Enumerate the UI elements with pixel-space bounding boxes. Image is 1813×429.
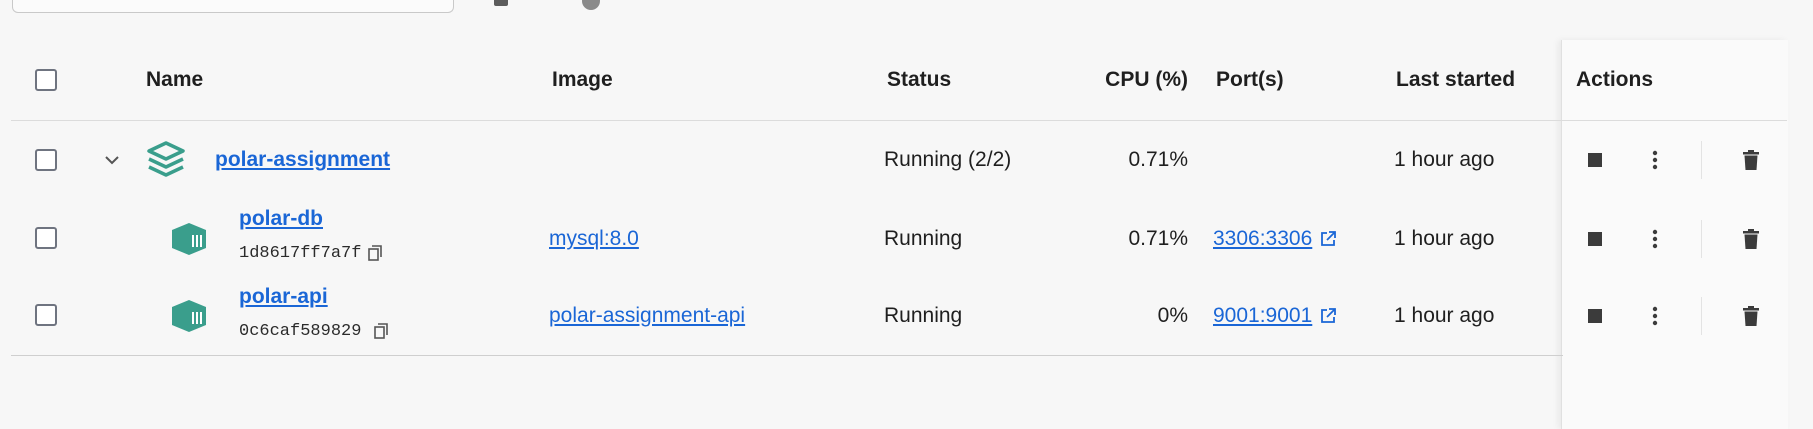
- container-id: 1d8617ff7a7f: [239, 243, 362, 263]
- divider: [1701, 297, 1702, 335]
- column-header-actions: Actions: [1576, 68, 1654, 91]
- search-input[interactable]: [12, 0, 454, 13]
- container-last-started: 1 hour ago: [1394, 227, 1495, 250]
- trash-icon[interactable]: [1738, 146, 1764, 174]
- divider: [1701, 220, 1702, 258]
- container-cpu: 0%: [1157, 304, 1188, 327]
- filter-toggle-icon[interactable]: [582, 0, 600, 10]
- column-header-name[interactable]: Name: [146, 40, 203, 120]
- port-link[interactable]: 3306:3306: [1213, 227, 1312, 251]
- row-checkbox[interactable]: [35, 304, 57, 326]
- image-link[interactable]: polar-assignment-api: [549, 304, 745, 328]
- column-header-last-started[interactable]: Last started: [1396, 40, 1515, 120]
- stop-icon[interactable]: [1583, 148, 1607, 172]
- divider: [1701, 141, 1702, 179]
- group-cpu: 0.71%: [1128, 148, 1188, 171]
- more-vert-icon[interactable]: [1643, 225, 1667, 253]
- container-icon: [169, 219, 209, 259]
- stop-icon[interactable]: [1583, 304, 1607, 328]
- row-checkbox[interactable]: [35, 227, 57, 249]
- group-name-link[interactable]: polar-assignment: [215, 148, 390, 172]
- container-name-link[interactable]: polar-api: [239, 285, 328, 309]
- table-bottom-border: [11, 355, 1563, 356]
- stack-icon: [146, 140, 186, 180]
- container-cpu: 0.71%: [1128, 227, 1188, 250]
- select-all-checkbox[interactable]: [35, 69, 57, 91]
- open-external-icon[interactable]: [1320, 308, 1337, 324]
- view-toggle-icon[interactable]: [494, 0, 508, 6]
- column-header-status[interactable]: Status: [887, 40, 951, 120]
- more-vert-icon[interactable]: [1643, 302, 1667, 330]
- group-last-started: 1 hour ago: [1394, 148, 1495, 171]
- copy-icon[interactable]: [371, 321, 391, 341]
- stop-icon[interactable]: [1583, 227, 1607, 251]
- table-row[interactable]: polar-db 1d8617ff7a7f mysql:8.0 Running …: [11, 200, 1787, 278]
- chevron-down-icon[interactable]: [100, 148, 124, 172]
- column-header-ports[interactable]: Port(s): [1216, 40, 1284, 120]
- table-row[interactable]: polar-api 0c6caf589829 polar-assignment-…: [11, 278, 1787, 354]
- container-status: Running: [884, 227, 963, 250]
- container-id: 0c6caf589829: [239, 321, 362, 341]
- port-link[interactable]: 9001:9001: [1213, 304, 1312, 328]
- container-status: Running: [884, 304, 963, 327]
- table-header: Name Image Status CPU (%) Port(s) Last s…: [11, 40, 1787, 121]
- trash-icon[interactable]: [1738, 302, 1764, 330]
- open-external-icon[interactable]: [1320, 231, 1337, 247]
- copy-icon[interactable]: [365, 243, 385, 263]
- image-link[interactable]: mysql:8.0: [549, 227, 639, 251]
- column-header-cpu[interactable]: CPU (%): [1011, 40, 1188, 120]
- container-last-started: 1 hour ago: [1394, 304, 1495, 327]
- group-status: Running (2/2): [884, 148, 1012, 171]
- row-checkbox[interactable]: [35, 149, 57, 171]
- more-vert-icon[interactable]: [1643, 146, 1667, 174]
- toolbar: [0, 0, 1813, 14]
- table-row-group[interactable]: polar-assignment Running (2/2) 0.71% 1 h…: [11, 120, 1787, 200]
- container-name-link[interactable]: polar-db: [239, 207, 323, 231]
- trash-icon[interactable]: [1738, 225, 1764, 253]
- column-header-image[interactable]: Image: [552, 40, 613, 120]
- container-icon: [169, 296, 209, 336]
